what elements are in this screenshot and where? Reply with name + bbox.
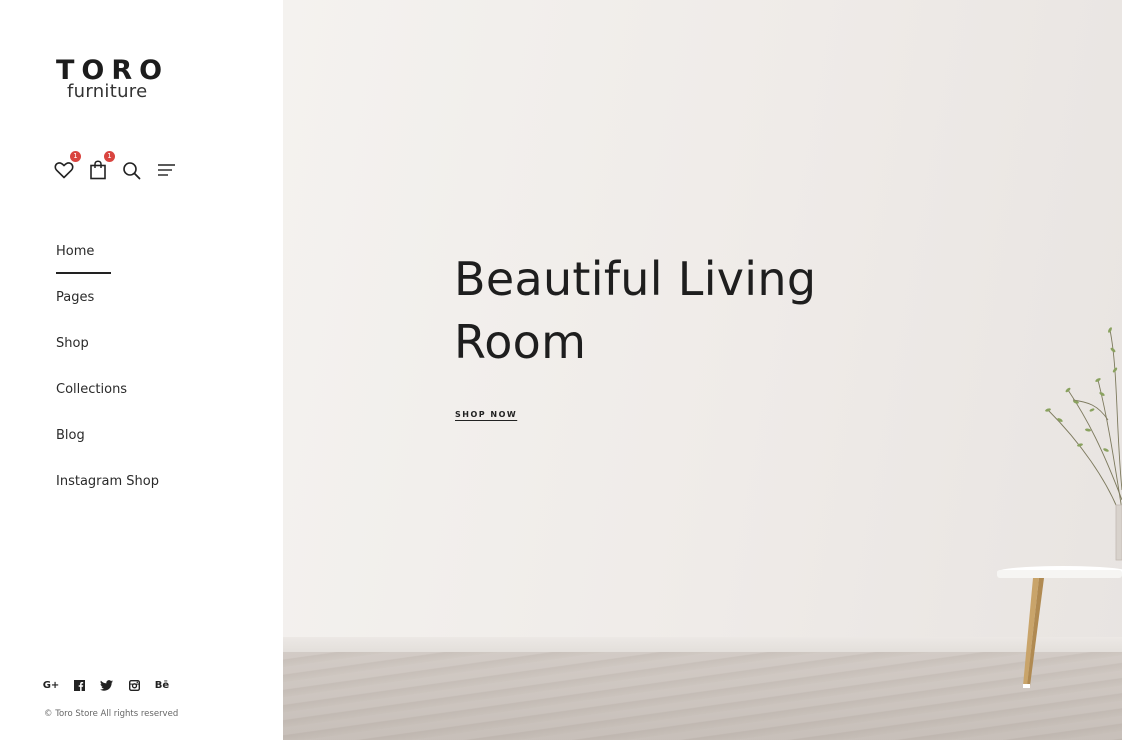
twitter-link[interactable] [100, 678, 113, 692]
nav-item-shop[interactable]: Shop [56, 336, 89, 351]
cart-count-badge: 1 [104, 151, 115, 162]
behance-icon: Bē [154, 679, 170, 691]
nav-item-collections[interactable]: Collections [56, 382, 127, 397]
nav-item-instagram-shop[interactable]: Instagram Shop [56, 474, 159, 489]
nav-item-home[interactable]: Home [56, 244, 111, 274]
facebook-link[interactable] [73, 678, 85, 692]
hero-title: Beautiful Living Room [454, 248, 974, 374]
hero-title-line-2: Room [454, 315, 587, 369]
side-table-image [997, 566, 1122, 688]
wishlist-count-badge: 1 [70, 151, 81, 162]
nav-item-pages[interactable]: Pages [56, 290, 94, 305]
search-icon [122, 161, 140, 179]
nav-item-label: Home [56, 244, 95, 259]
nav-item-blog[interactable]: Blog [56, 428, 85, 443]
cart-button[interactable]: 1 [87, 151, 115, 182]
twitter-icon [100, 679, 113, 691]
hero-banner: Beautiful Living Room SHOP NOW [283, 0, 1122, 740]
shop-now-button[interactable]: SHOP NOW [455, 410, 517, 419]
copyright-text: © Toro Store All rights reserved [44, 709, 179, 719]
plant-image [1045, 327, 1122, 561]
wishlist-button[interactable]: 1 [53, 151, 81, 182]
heart-icon [54, 162, 74, 179]
behance-link[interactable]: Bē [155, 678, 169, 692]
search-button[interactable] [120, 158, 142, 182]
google-plus-link[interactable]: G+ [42, 678, 60, 692]
facebook-icon [73, 679, 85, 691]
hero-title-line-1: Beautiful Living [454, 252, 817, 306]
instagram-icon [129, 679, 140, 691]
brand-logo[interactable]: TORO furniture [56, 56, 176, 101]
instagram-link[interactable] [128, 678, 141, 692]
menu-button[interactable] [155, 158, 177, 182]
nav-active-indicator [56, 272, 111, 274]
sidebar: TORO furniture 1 1 Home Pages Shop Colle… [0, 0, 283, 740]
menu-icon [157, 164, 175, 176]
google-plus-icon: G+ [42, 679, 60, 691]
shopping-bag-icon [90, 160, 106, 180]
